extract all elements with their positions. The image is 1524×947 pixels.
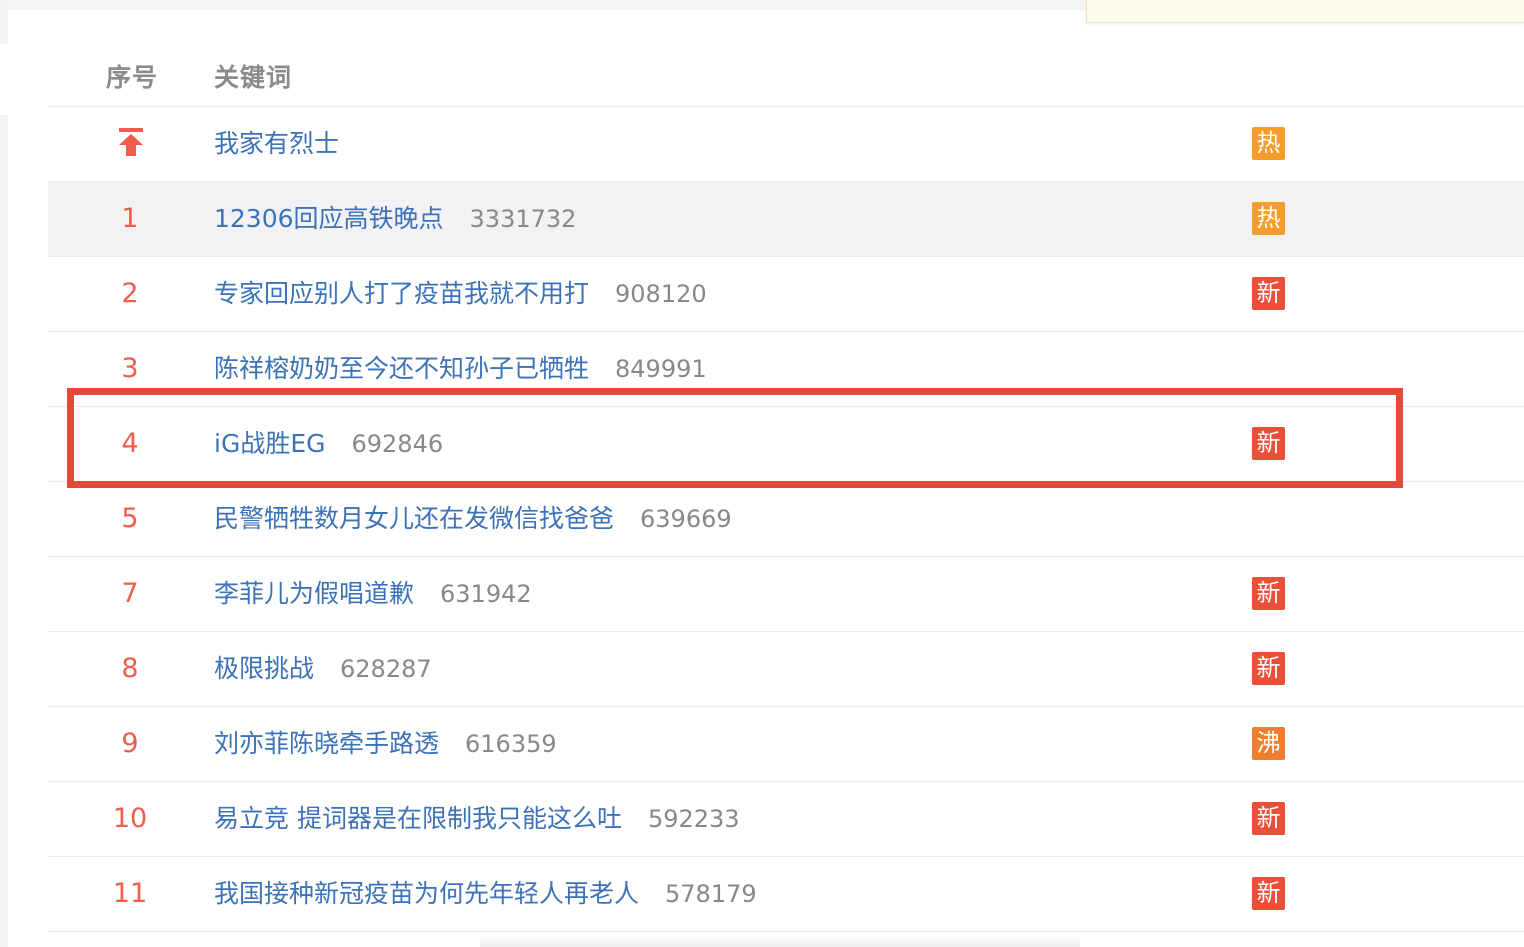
badge-new: 新 [1252, 877, 1285, 910]
keyword-link[interactable]: 12306回应高铁晚点 3331732 [214, 182, 576, 256]
table-row: 9 刘亦菲陈晓牵手路透 616359 沸 [48, 707, 1524, 782]
header-rank: 序号 [106, 63, 159, 92]
rank-number: 11 [112, 878, 148, 909]
badge-hot: 热 [1252, 127, 1285, 160]
left-panel-edge [0, 115, 8, 947]
table-header: 序号 关键词 [48, 40, 1524, 107]
badge-boil: 沸 [1252, 727, 1285, 760]
top-band [8, 0, 1088, 10]
search-count: 592233 [647, 805, 740, 833]
keyword-text: iG战胜EG [214, 429, 326, 458]
rank-number: 1 [121, 203, 139, 234]
keyword-link[interactable]: 李菲儿为假唱道歉 631942 [214, 557, 532, 631]
badge-new: 新 [1252, 577, 1285, 610]
pin-top-icon [119, 128, 143, 156]
keyword-link[interactable]: 我国接种新冠疫苗为何先年轻人再老人 578179 [214, 857, 757, 931]
keyword-link[interactable]: 极限挑战 628287 [214, 632, 432, 706]
badge-new: 新 [1252, 427, 1285, 460]
search-count: 908120 [615, 280, 707, 308]
rank-number: 3 [121, 353, 139, 384]
notice-box [1086, 0, 1524, 23]
search-count: 849991 [615, 355, 707, 383]
search-count: 616359 [465, 730, 557, 758]
page: 序号 关键词 我家有烈士热 1 12306回应高铁晚点 3331732 热 2 专家回应别人… [0, 0, 1524, 947]
search-count: 631942 [440, 580, 532, 608]
search-count: 578179 [665, 880, 757, 908]
keyword-text: 我国接种新冠疫苗为何先年轻人再老人 [214, 879, 640, 908]
table-row: 4 iG战胜EG 692846 新 [48, 407, 1524, 482]
keyword-link[interactable]: 民警牺牲数月女儿还在发微信找爸爸 639669 [214, 482, 732, 556]
table-body: 我家有烈士热 1 12306回应高铁晚点 3331732 热 2 专家回应别人打了疫苗我就不… [48, 107, 1524, 932]
search-count: 3331732 [469, 205, 577, 233]
table-row: 7 李菲儿为假唱道歉 631942 新 [48, 557, 1524, 632]
rank-number: 8 [121, 653, 139, 684]
keyword-text: 陈祥榕奶奶至今还不知孙子已牺牲 [214, 354, 590, 383]
table-row: 5 民警牺牲数月女儿还在发微信找爸爸 639669 [48, 482, 1524, 557]
search-count: 692846 [351, 430, 444, 458]
table-row: 3 陈祥榕奶奶至今还不知孙子已牺牲 849991 [48, 332, 1524, 407]
keyword-link[interactable]: 专家回应别人打了疫苗我就不用打 908120 [214, 257, 707, 331]
table-row: 我家有烈士 热 [48, 107, 1524, 182]
table-row: 10 易立竞 提词器是在限制我只能这么吐 592233 新 [48, 782, 1524, 857]
keyword-text: 极限挑战 [214, 654, 315, 683]
keyword-link[interactable]: 陈祥榕奶奶至今还不知孙子已牺牲 849991 [214, 332, 707, 406]
keyword-link[interactable]: 易立竞 提词器是在限制我只能这么吐 592233 [214, 782, 740, 856]
table-row: 8 极限挑战 628287 新 [48, 632, 1524, 707]
search-count: 639669 [640, 505, 732, 533]
rank-number: 10 [112, 803, 148, 834]
badge-hot: 热 [1252, 202, 1285, 235]
keyword-text: 李菲儿为假唱道歉 [214, 579, 415, 608]
table-row: 1 12306回应高铁晚点 3331732 热 [48, 182, 1524, 257]
keyword-text: 易立竞 提词器是在限制我只能这么吐 [214, 804, 622, 833]
keyword-text: 专家回应别人打了疫苗我就不用打 [214, 279, 590, 308]
badge-new: 新 [1252, 652, 1285, 685]
rank-number: 2 [121, 278, 139, 309]
keyword-link[interactable]: iG战胜EG 692846 [214, 407, 443, 481]
bottom-watermark-fade [480, 936, 1080, 947]
keyword-link[interactable]: 刘亦菲陈晓牵手路透 616359 [214, 707, 557, 781]
rank-number: 4 [121, 428, 139, 459]
top-left-panel-edge [0, 0, 8, 44]
keyword-text: 刘亦菲陈晓牵手路透 [214, 729, 440, 758]
keyword-text: 我家有烈士 [214, 129, 340, 158]
keyword-text: 12306回应高铁晚点 [214, 204, 444, 233]
keyword-text: 民警牺牲数月女儿还在发微信找爸爸 [214, 504, 615, 533]
badge-new: 新 [1252, 802, 1285, 835]
rank-number: 5 [121, 503, 139, 534]
table-row: 2 专家回应别人打了疫苗我就不用打 908120 新 [48, 257, 1524, 332]
table-row: 11 我国接种新冠疫苗为何先年轻人再老人 578179 新 [48, 857, 1524, 932]
rank-number: 9 [121, 728, 139, 759]
rank-pinned [48, 107, 212, 181]
header-keyword: 关键词 [214, 63, 293, 92]
keyword-link[interactable]: 我家有烈士 [214, 107, 339, 181]
search-count: 628287 [340, 655, 432, 683]
hot-search-table: 序号 关键词 我家有烈士热 1 12306回应高铁晚点 3331732 热 2 专家回应别人… [48, 40, 1524, 932]
rank-number: 7 [121, 578, 139, 609]
badge-new: 新 [1252, 277, 1285, 310]
